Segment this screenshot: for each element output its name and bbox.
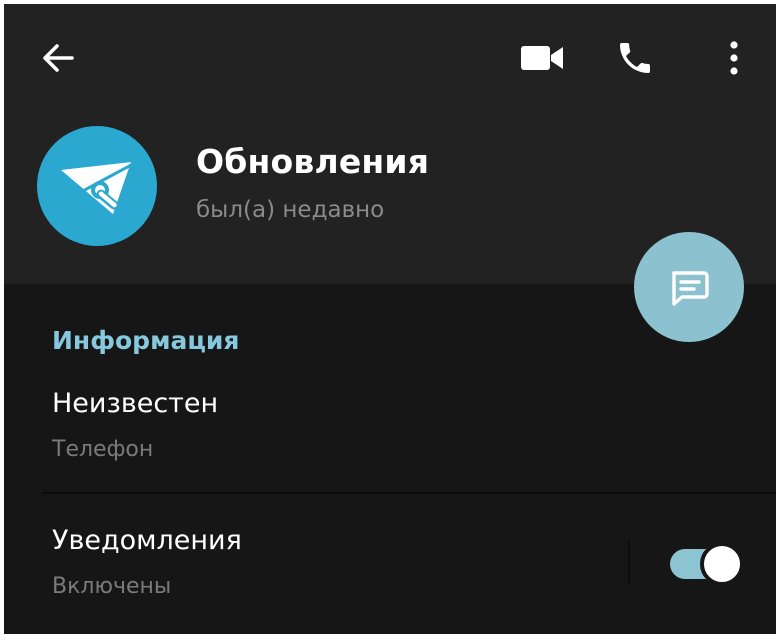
toggle-thumb	[700, 542, 744, 586]
more-options-button[interactable]	[706, 30, 762, 86]
vertical-separator	[628, 540, 630, 584]
chat-title: Обновления	[196, 142, 430, 181]
notifications-toggle[interactable]	[670, 542, 744, 586]
phone-label: Телефон	[52, 437, 154, 462]
notifications-label[interactable]: Уведомления	[52, 525, 242, 556]
more-vertical-icon	[730, 41, 738, 75]
last-seen-status: был(а) недавно	[196, 197, 385, 223]
phone-value[interactable]: Неизвестен	[52, 388, 218, 419]
back-button[interactable]	[30, 30, 86, 86]
video-camera-icon	[521, 46, 563, 70]
notifications-status: Включены	[52, 574, 172, 599]
chat-profile-screen: Обновления был(а) недавно Информация Неи…	[4, 4, 776, 634]
info-section-title: Информация	[52, 326, 240, 355]
divider	[42, 492, 776, 494]
send-message-button[interactable]	[634, 232, 744, 342]
message-icon	[672, 271, 709, 306]
video-call-button[interactable]	[514, 30, 570, 86]
phone-icon	[620, 43, 650, 73]
avatar[interactable]	[37, 126, 157, 246]
arrow-left-icon	[43, 44, 74, 72]
voice-call-button[interactable]	[607, 30, 663, 86]
telegram-wrench-icon	[61, 162, 134, 214]
